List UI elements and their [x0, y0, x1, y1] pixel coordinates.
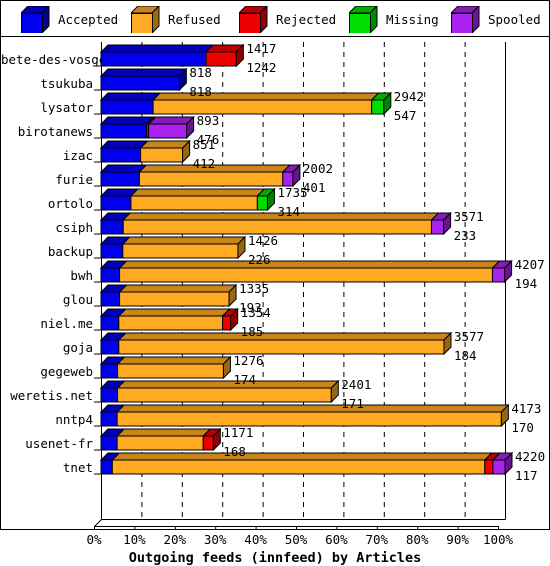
- x-axis-tick-30pct: 30%: [203, 532, 227, 547]
- bar-row: [99, 235, 247, 260]
- chart-legend: Accepted Refused Rejected Missing Spooled: [1, 1, 549, 37]
- bar-value-bottom: 170: [511, 420, 534, 435]
- bar-value-top: 4220: [515, 449, 546, 464]
- bar-value-top: 4173: [511, 401, 542, 416]
- bar-row: [99, 307, 239, 332]
- bar-value-bottom: 1242: [246, 60, 277, 75]
- x-axis-tick-70pct: 70%: [365, 532, 389, 547]
- x-axis-tick-40pct: 40%: [244, 532, 267, 547]
- x-axis-tick-10pct: 10%: [123, 532, 146, 547]
- bar-value-top: 1171: [223, 425, 254, 440]
- bar-value-bottom: 184: [453, 348, 477, 363]
- bar-value-top: 1426: [247, 233, 279, 248]
- bar-row: [99, 427, 222, 452]
- bar-row: [99, 91, 393, 116]
- legend-item-spooled: Spooled: [451, 1, 541, 37]
- cube-icon: [21, 6, 51, 33]
- bar-value-bottom: 117: [515, 468, 538, 483]
- x-axis-tick-20pct: 20%: [163, 532, 187, 547]
- cube-icon: [349, 6, 379, 33]
- bar-value-top: 2002: [302, 161, 333, 176]
- legend-label: Accepted: [58, 11, 119, 27]
- legend-item-missing: Missing: [349, 1, 439, 37]
- legend-label: Missing: [386, 11, 439, 27]
- x-axis-tick-80pct: 80%: [405, 532, 429, 547]
- cube-icon: [131, 6, 161, 33]
- bar-row: [99, 379, 340, 404]
- bar-row: [99, 187, 276, 212]
- x-axis-tick-50pct: 50%: [284, 532, 308, 547]
- bar-value-bottom: 314: [277, 204, 301, 219]
- chart-root: Accepted Refused Rejected Missing Spooled be…: [0, 0, 550, 566]
- bar-row: [99, 43, 245, 68]
- x-axis-tick-100pct: 100%: [482, 532, 514, 547]
- bar-value-top: 3577: [453, 329, 485, 344]
- bar-value-top: 1335: [239, 281, 270, 296]
- bar-row: [99, 139, 191, 164]
- bar-value-bottom: 171: [341, 396, 364, 411]
- x-axis-tick-0pct: 0%: [86, 532, 102, 547]
- bar-value-top: 1417: [246, 41, 277, 56]
- bar-value-bottom: 818: [189, 84, 212, 99]
- bar-value-top: 2942: [393, 89, 424, 104]
- bar-value-top: 1354: [240, 305, 271, 320]
- cube-icon: [239, 6, 269, 33]
- x-axis-tick-60pct: 60%: [325, 532, 348, 547]
- plot-area: bete-des-vosges tsukuba lysator birotanews i…: [1, 38, 549, 529]
- bar-row: [99, 259, 513, 284]
- legend-item-refused: Refused: [131, 1, 221, 37]
- bar-row: [99, 355, 232, 380]
- bar-value-bottom: 226: [247, 252, 271, 267]
- bar-value-top: 2401: [341, 377, 372, 392]
- bar-row: [99, 403, 510, 428]
- bar-value-top: 1276: [233, 353, 264, 368]
- bar-value-bottom: 412: [192, 156, 216, 171]
- bar-value-bottom: 547: [393, 108, 417, 123]
- legend-item-accepted: Accepted: [21, 1, 118, 37]
- bar-row: [99, 67, 188, 92]
- legend-label: Refused: [168, 11, 221, 27]
- legend-label: Spooled: [488, 11, 541, 27]
- bar-value-top: 3571: [453, 209, 484, 224]
- bar-value-top: 893: [196, 113, 220, 128]
- bar-value-bottom: 168: [223, 444, 246, 459]
- x-axis-tick-90pct: 90%: [446, 532, 469, 547]
- bar-row: [99, 115, 195, 140]
- bar-row: [99, 211, 452, 236]
- bar-row: [99, 451, 514, 476]
- bar-value-top: 4207: [514, 257, 545, 272]
- chart-svg: [94, 42, 514, 529]
- bar-row: [99, 283, 238, 308]
- bar-value-bottom: 194: [514, 276, 538, 291]
- x-axis-title: Outgoing feeds (innfeed) by Articles: [128, 550, 422, 566]
- bar-value-top: 851: [192, 137, 216, 152]
- legend-item-rejected: Rejected: [239, 1, 336, 37]
- bar-value-top: 818: [189, 65, 212, 80]
- bar-value-top: 1735: [277, 185, 308, 200]
- bars-canvas: [1, 38, 549, 529]
- bar-row: [99, 331, 453, 356]
- bar-value-bottom: 233: [453, 228, 477, 243]
- bar-value-bottom: 185: [240, 324, 264, 339]
- legend-label: Rejected: [276, 11, 337, 27]
- cube-icon: [451, 6, 481, 33]
- bar-value-bottom: 174: [233, 372, 256, 387]
